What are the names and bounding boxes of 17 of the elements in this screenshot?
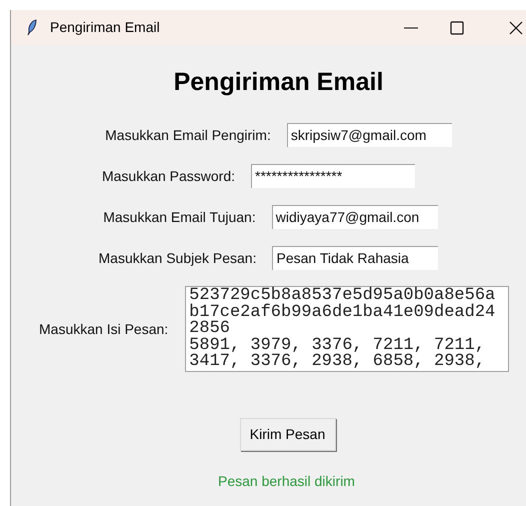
- field-label: Masukkan Email Tujuan:: [103, 208, 256, 227]
- window-title: Pengiriman Email: [50, 18, 160, 37]
- text-field[interactable]: ****************: [251, 164, 416, 188]
- close-icon[interactable]: [509, 20, 523, 34]
- field-label: Masukkan Password:: [102, 166, 236, 186]
- message-textarea[interactable]: 523729c5b8a8537e5d95a0b0a8e56a b17ce2af6b99a6de1ba41e09dead24 2856 5891, 3979, 3376, 7211, 7211, 3417, 3376, 2938, 6858, 2938,: [185, 286, 510, 372]
- field-label: Masukkan Isi Pesan:: [39, 320, 168, 338]
- field-label: Masukkan Subjek Pesan:: [98, 248, 256, 268]
- heading: Pengiriman Email: [174, 67, 384, 97]
- feather-icon: [27, 19, 37, 36]
- text-field[interactable]: Pesan Tidak Rahasia: [272, 246, 438, 270]
- text-field[interactable]: skripsiw7@gmail.com: [286, 123, 452, 147]
- maximize-icon[interactable]: [450, 20, 464, 34]
- status-message: Pesan berhasil dikirim: [218, 472, 355, 491]
- field-label: Masukkan Email Pengirim:: [105, 126, 271, 145]
- text-field[interactable]: widiyaya77@gmail.con: [272, 205, 438, 229]
- send-button[interactable]: Kirim Pesan: [240, 418, 336, 451]
